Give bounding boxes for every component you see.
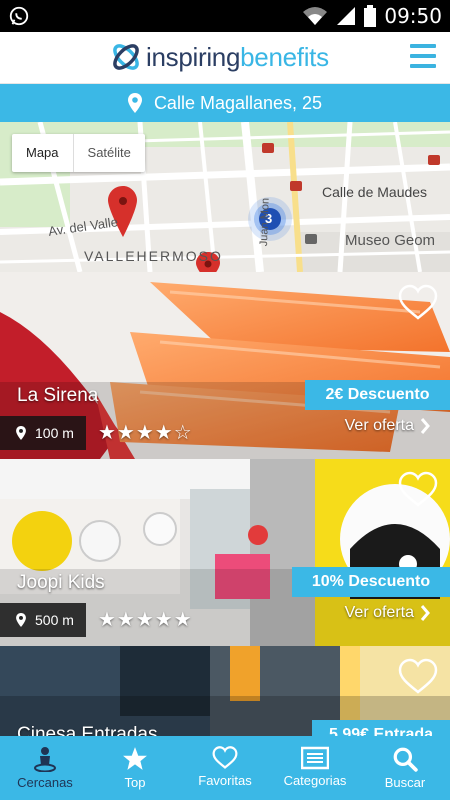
nav-cercanas[interactable]: Cercanas [0,736,90,800]
app-logo[interactable]: inspiringbenefits [110,41,329,73]
star-rating: ★★★★★ [98,609,193,631]
distance-value: 100 m [35,425,74,441]
search-icon [393,747,418,772]
favorite-heart-icon[interactable] [398,284,438,322]
view-offer-link[interactable]: Ver oferta [345,604,430,622]
offer-name: La Sirena [17,385,99,406]
map-label-street: Juan Mon [258,197,272,247]
map-label-district: VALLEHERMOSO [84,248,223,264]
logo-icon [113,44,139,70]
discount-badge: 5,99€ Entrada [312,720,450,736]
chevron-right-icon [420,605,430,621]
distance-value: 500 m [35,612,74,628]
map-type-satellite-button[interactable]: Satélite [72,134,145,172]
map-label-poi: Museo Geom [345,232,436,249]
location-bar[interactable]: Calle Magallanes, 25 [0,84,450,122]
bottom-nav: Cercanas Top Favoritas Categorias Buscar [0,736,450,800]
app-header: inspiringbenefits [0,32,450,84]
star-rating: ★★★★☆ [98,422,193,444]
heart-icon [212,746,238,769]
view-offer-label: Ver oferta [344,417,414,434]
offer-name: Cinesa Entradas [17,724,158,736]
map-type-map-button[interactable]: Mapa [12,134,73,172]
nav-label: Favoritas [198,773,252,788]
chevron-right-icon [420,418,430,434]
logo-text-inspiring: inspiring [146,41,241,72]
person-pin-icon [34,747,56,772]
favorite-heart-icon[interactable] [398,658,438,696]
wifi-icon [303,7,328,25]
map-pin-icon [16,426,26,440]
nav-label: Top [124,775,146,790]
distance-badge: 500 m [0,603,86,637]
signal-icon [337,7,356,25]
nav-buscar[interactable]: Buscar [360,736,450,800]
map-type-toggle: Mapa Satélite [12,134,145,172]
list-icon [301,746,329,770]
nav-label: Buscar [384,775,426,790]
distance-badge: 100 m [0,416,86,450]
logo-text: inspiringbenefits [146,42,329,73]
whatsapp-icon [9,6,29,26]
nav-label: Cercanas [17,775,73,790]
offer-card[interactable]: Cinesa Entradas 5,99€ Entrada [0,646,450,736]
map-pin-icon [127,93,142,113]
nav-label: Categorias [283,773,347,788]
discount-badge: 10% Descuento [292,567,450,597]
star-icon [123,747,147,770]
discount-badge: 2€ Descuento [305,380,450,410]
offer-name: Joopi Kids [17,572,105,593]
map-pin-icon [16,613,26,627]
clock: 09:50 [384,4,442,28]
map-label-street: Calle de Maudes [322,184,428,200]
view-offer-link[interactable]: Ver oferta [345,417,430,435]
offer-card[interactable]: La Sirena 2€ Descuento 100 m ★★★★☆ Ver o… [0,272,450,459]
status-bar: 09:50 [0,0,450,32]
nav-categorias[interactable]: Categorias [270,736,360,800]
map-view[interactable]: 3 Av. del Valle Calle de Maudes Museo Ge… [0,122,450,272]
battery-icon [364,5,377,27]
nav-top[interactable]: Top [90,736,180,800]
view-offer-label: Ver oferta [344,604,414,621]
offer-card[interactable]: Joopi Kids 10% Descuento 500 m ★★★★★ Ver… [0,459,450,646]
current-address: Calle Magallanes, 25 [153,92,323,113]
favorite-heart-icon[interactable] [398,471,438,509]
logo-text-benefits: benefits [240,41,329,72]
menu-icon[interactable] [410,44,436,68]
nav-favoritas[interactable]: Favoritas [180,736,270,800]
